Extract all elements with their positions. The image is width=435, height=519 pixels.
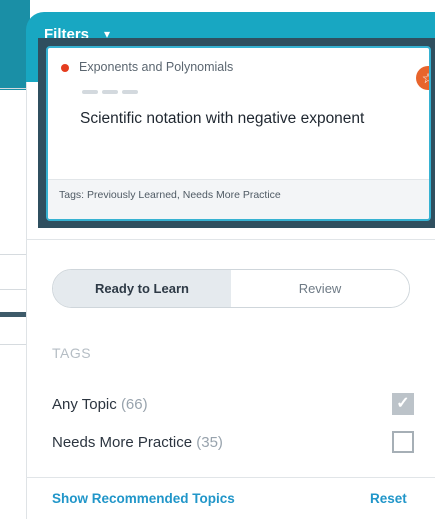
card-category: Exponents and Polynomials: [79, 60, 234, 74]
needs-more-practice-checkbox[interactable]: [392, 431, 414, 453]
app-screen: Filters ▾ Ready to Learn Review TAGS Any…: [0, 0, 435, 519]
category-dot: [61, 64, 69, 72]
progress-segment: [102, 90, 118, 94]
learn-review-toggle[interactable]: Ready to Learn Review: [52, 269, 410, 308]
background-divider: [0, 254, 26, 255]
any-topic-checkbox[interactable]: ✓: [392, 393, 414, 415]
progress-segment: [122, 90, 138, 94]
star-icon[interactable]: ☆: [416, 66, 429, 90]
background-divider: [0, 88, 26, 89]
card-title: Scientific notation with negative expone…: [80, 110, 365, 127]
panel-divider: [26, 239, 435, 240]
tag-label: Needs More Practice (35): [52, 433, 223, 451]
review-tab[interactable]: Review: [231, 270, 409, 307]
background-divider: [0, 344, 26, 345]
show-recommended-topics-link[interactable]: Show Recommended Topics: [52, 491, 235, 506]
tag-label: Any Topic (66): [52, 395, 148, 413]
card-progress-indicator: [82, 90, 138, 94]
reset-button[interactable]: Reset: [370, 491, 407, 506]
ready-to-learn-tab[interactable]: Ready to Learn: [53, 270, 231, 307]
tags-section-title: TAGS: [52, 345, 92, 361]
tag-count: (35): [196, 433, 223, 451]
progress-segment: [82, 90, 98, 94]
background-divider: [0, 289, 26, 290]
footer-divider: [26, 477, 435, 478]
tag-count: (66): [120, 395, 148, 413]
checkmark-icon: ✓: [396, 395, 410, 412]
tag-filter-needs-more-practice[interactable]: Needs More Practice (35): [52, 429, 414, 455]
topic-card[interactable]: Exponents and Polynomials Scientific not…: [46, 46, 431, 221]
tag-filter-any-topic[interactable]: Any Topic (66) ✓: [52, 391, 414, 417]
background-marker: [0, 312, 26, 317]
card-tags: Tags: Previously Learned, Needs More Pra…: [48, 179, 429, 219]
